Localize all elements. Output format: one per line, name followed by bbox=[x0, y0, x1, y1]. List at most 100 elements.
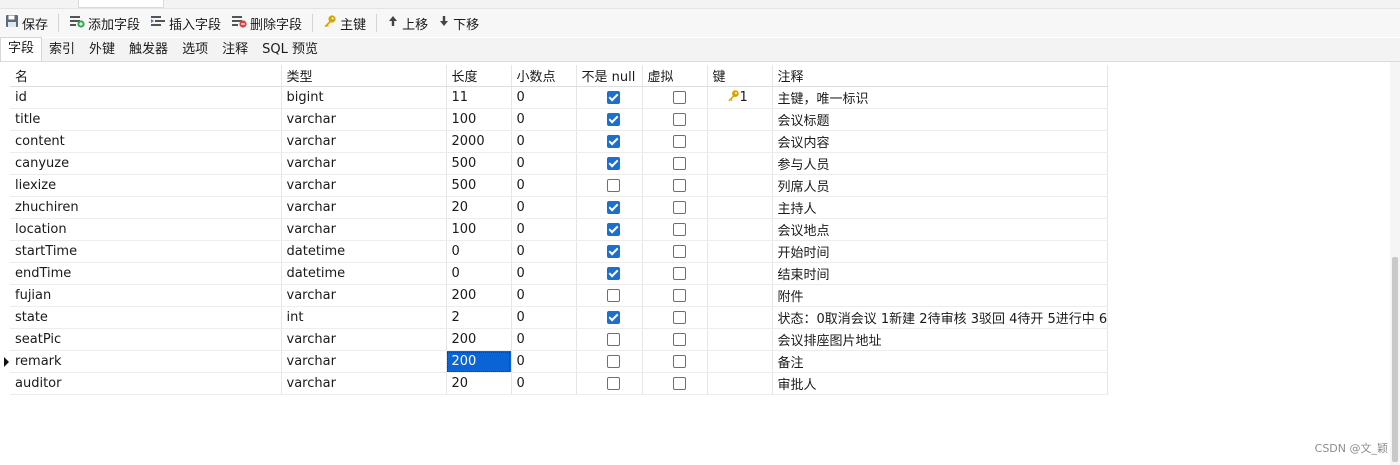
field-length-cell[interactable]: 0 bbox=[446, 240, 512, 263]
field-key-cell[interactable]: 1 bbox=[707, 86, 773, 109]
col-header-type[interactable]: 类型 bbox=[281, 65, 447, 87]
field-decimals-cell[interactable]: 0 bbox=[511, 174, 577, 197]
table-row[interactable]: id bigint 11 0 1 主键，唯一标识 bbox=[10, 86, 1109, 109]
table-row[interactable]: zhuchiren varchar 20 0 主持人 bbox=[10, 196, 1109, 219]
field-decimals-cell[interactable]: 0 bbox=[511, 108, 577, 131]
field-type-cell[interactable]: varchar bbox=[281, 174, 447, 197]
field-key-cell[interactable] bbox=[707, 218, 773, 241]
vertical-scrollbar[interactable] bbox=[1390, 62, 1400, 465]
virtual-checkbox[interactable] bbox=[672, 333, 686, 346]
field-length-cell[interactable]: 100 bbox=[446, 218, 512, 241]
not-null-checkbox[interactable] bbox=[606, 91, 620, 104]
field-length-cell[interactable]: 100 bbox=[446, 108, 512, 131]
table-row[interactable]: endTime datetime 0 0 结束时间 bbox=[10, 262, 1109, 285]
field-comment-cell[interactable]: 备注 bbox=[772, 350, 1109, 373]
not-null-checkbox[interactable] bbox=[606, 333, 620, 346]
field-length-cell[interactable]: 500 bbox=[446, 152, 512, 175]
col-header-virtual[interactable]: 虚拟 bbox=[642, 65, 708, 87]
field-decimals-cell[interactable]: 0 bbox=[511, 240, 577, 263]
field-comment-cell[interactable]: 参与人员 bbox=[772, 152, 1109, 175]
field-type-cell[interactable]: int bbox=[281, 306, 447, 329]
table-row[interactable]: seatPic varchar 200 0 会议排座图片地址 bbox=[10, 328, 1109, 351]
add-field-button[interactable]: 添加字段 bbox=[64, 11, 145, 35]
virtual-checkbox[interactable] bbox=[672, 311, 686, 324]
virtual-checkbox[interactable] bbox=[672, 135, 686, 148]
field-type-cell[interactable]: datetime bbox=[281, 262, 447, 285]
field-comment-cell[interactable]: 会议内容 bbox=[772, 130, 1109, 153]
virtual-checkbox[interactable] bbox=[672, 201, 686, 214]
field-comment-cell[interactable]: 开始时间 bbox=[772, 240, 1109, 263]
field-comment-cell[interactable]: 状态：0取消会议 1新建 2待审核 3驳回 4待开 5进行中 6 bbox=[772, 306, 1109, 329]
field-type-cell[interactable]: varchar bbox=[281, 372, 447, 395]
field-comment-cell[interactable]: 列席人员 bbox=[772, 174, 1109, 197]
field-key-cell[interactable] bbox=[707, 130, 773, 153]
col-header-name[interactable]: 名 bbox=[10, 65, 282, 87]
move-down-button[interactable]: 下移 bbox=[433, 11, 484, 35]
field-name-cell[interactable]: endTime bbox=[10, 262, 282, 285]
field-type-cell[interactable]: varchar bbox=[281, 152, 447, 175]
field-name-cell[interactable]: state bbox=[10, 306, 282, 329]
field-comment-cell[interactable]: 会议地点 bbox=[772, 218, 1109, 241]
field-key-cell[interactable] bbox=[707, 108, 773, 131]
field-comment-cell[interactable]: 审批人 bbox=[772, 372, 1109, 395]
field-type-cell[interactable]: varchar bbox=[281, 218, 447, 241]
field-key-cell[interactable] bbox=[707, 328, 773, 351]
field-decimals-cell[interactable]: 0 bbox=[511, 262, 577, 285]
tab-sql-preview[interactable]: SQL 预览 bbox=[255, 39, 325, 61]
document-tab-edge[interactable] bbox=[78, 0, 164, 8]
field-length-cell[interactable]: 500 bbox=[446, 174, 512, 197]
field-key-cell[interactable] bbox=[707, 174, 773, 197]
table-row[interactable]: auditor varchar 20 0 审批人 bbox=[10, 372, 1109, 395]
field-key-cell[interactable] bbox=[707, 240, 773, 263]
not-null-checkbox[interactable] bbox=[606, 223, 620, 236]
field-length-cell[interactable]: 200 bbox=[446, 284, 512, 307]
field-name-cell[interactable]: fujian bbox=[10, 284, 282, 307]
tab-comment[interactable]: 注释 bbox=[215, 39, 255, 61]
virtual-checkbox[interactable] bbox=[672, 91, 686, 104]
scrollbar-thumb[interactable] bbox=[1392, 257, 1398, 462]
field-name-cell[interactable]: id bbox=[10, 86, 282, 109]
field-length-cell[interactable]: 11 bbox=[446, 86, 512, 109]
field-comment-cell[interactable]: 会议标题 bbox=[772, 108, 1109, 131]
not-null-checkbox[interactable] bbox=[606, 267, 620, 280]
insert-field-button[interactable]: 插入字段 bbox=[145, 11, 226, 35]
virtual-checkbox[interactable] bbox=[672, 267, 686, 280]
field-name-cell[interactable]: startTime bbox=[10, 240, 282, 263]
field-name-cell[interactable]: liexize bbox=[10, 174, 282, 197]
tab-options[interactable]: 选项 bbox=[175, 39, 215, 61]
field-type-cell[interactable]: bigint bbox=[281, 86, 447, 109]
field-type-cell[interactable]: varchar bbox=[281, 108, 447, 131]
not-null-checkbox[interactable] bbox=[606, 245, 620, 258]
table-row[interactable]: state int 2 0 状态：0取消会议 1新建 2待审核 3驳回 4待开 5进行中… bbox=[10, 306, 1109, 329]
field-decimals-cell[interactable]: 0 bbox=[511, 86, 577, 109]
not-null-checkbox[interactable] bbox=[606, 135, 620, 148]
field-key-cell[interactable] bbox=[707, 262, 773, 285]
primary-key-button[interactable]: 主键 bbox=[318, 11, 371, 35]
tab-indexes[interactable]: 索引 bbox=[42, 39, 82, 61]
field-key-cell[interactable] bbox=[707, 196, 773, 219]
field-name-cell[interactable]: remark bbox=[10, 350, 282, 373]
field-decimals-cell[interactable]: 0 bbox=[511, 130, 577, 153]
field-decimals-cell[interactable]: 0 bbox=[511, 350, 577, 373]
field-name-cell[interactable]: zhuchiren bbox=[10, 196, 282, 219]
not-null-checkbox[interactable] bbox=[606, 311, 620, 324]
field-length-cell[interactable]: 200 bbox=[446, 328, 512, 351]
field-type-cell[interactable]: varchar bbox=[281, 350, 447, 373]
field-name-cell[interactable]: location bbox=[10, 218, 282, 241]
field-length-cell[interactable]: 2000 bbox=[446, 130, 512, 153]
field-comment-cell[interactable]: 会议排座图片地址 bbox=[772, 328, 1109, 351]
table-row[interactable]: fujian varchar 200 0 附件 bbox=[10, 284, 1109, 307]
field-comment-cell[interactable]: 主键，唯一标识 bbox=[772, 86, 1109, 109]
table-row[interactable]: content varchar 2000 0 会议内容 bbox=[10, 130, 1109, 153]
field-key-cell[interactable] bbox=[707, 284, 773, 307]
table-row[interactable]: startTime datetime 0 0 开始时间 bbox=[10, 240, 1109, 263]
field-comment-cell[interactable]: 附件 bbox=[772, 284, 1109, 307]
field-decimals-cell[interactable]: 0 bbox=[511, 372, 577, 395]
virtual-checkbox[interactable] bbox=[672, 223, 686, 236]
virtual-checkbox[interactable] bbox=[672, 157, 686, 170]
tab-fields[interactable]: 字段 bbox=[0, 37, 43, 61]
field-type-cell[interactable]: varchar bbox=[281, 130, 447, 153]
field-length-cell[interactable]: 20 bbox=[446, 372, 512, 395]
field-decimals-cell[interactable]: 0 bbox=[511, 152, 577, 175]
table-row[interactable]: title varchar 100 0 会议标题 bbox=[10, 108, 1109, 131]
